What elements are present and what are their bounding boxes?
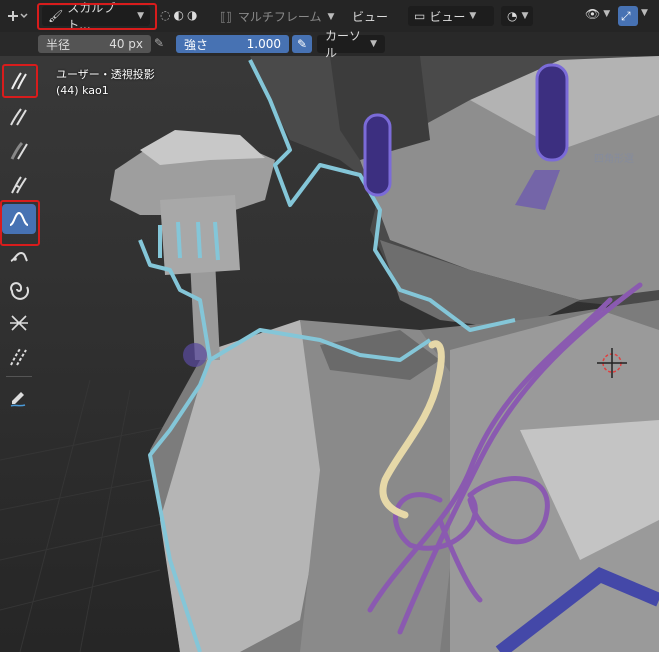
- layer-toggle-icon[interactable]: ◌: [160, 8, 170, 22]
- pinch-brush-icon: [10, 315, 28, 331]
- multiframe-toggle[interactable]: ⟦⟧ マルチフレーム ▼: [220, 8, 334, 25]
- ghost-select-hint: 四角形選: [594, 154, 634, 165]
- chevron-down-icon: ▼: [521, 11, 529, 21]
- chevron-down-icon: ▼: [469, 11, 477, 21]
- right-eye-mark: [535, 63, 569, 162]
- randomize-brush-icon: [11, 176, 27, 194]
- tool-annotate[interactable]: [2, 382, 36, 412]
- view-menu[interactable]: ビュー: [352, 8, 388, 25]
- chevron-down-icon: ▼: [327, 11, 335, 22]
- transform-gizmo-icon: ⤢: [621, 8, 631, 23]
- editor-type-icon[interactable]: [6, 7, 28, 25]
- left-toolbar: [0, 62, 40, 422]
- blue-blob: [183, 343, 207, 367]
- view-dropdown[interactable]: ▭ ビュー ▼: [408, 6, 494, 26]
- sculpt-mask-point-icon[interactable]: ◑: [187, 8, 197, 22]
- tool-twist[interactable]: [2, 274, 36, 304]
- chevron-down-icon: ▼: [641, 8, 648, 18]
- left-eye-mark: [363, 113, 392, 197]
- monitor-icon: ▭: [414, 9, 426, 23]
- cursor-label: カーソル: [325, 29, 362, 60]
- radius-field[interactable]: 半径 40 px: [38, 35, 151, 53]
- annotate-icon: [10, 392, 26, 407]
- multiframe-label: マルチフレーム: [237, 10, 322, 24]
- visibility-dropdown[interactable]: 👁 ▼: [585, 7, 610, 21]
- gizmo-options[interactable]: ▼: [641, 8, 648, 18]
- gizmo-dropdown[interactable]: ◔ ▼: [501, 6, 533, 26]
- falloff-dropdown[interactable]: カーソル ▼: [317, 29, 385, 60]
- view-name: ユーザー・透視投影: [56, 68, 155, 81]
- tool-thickness[interactable]: [2, 102, 36, 132]
- toolbar-divider: [6, 376, 32, 377]
- highlight-mode-dropdown: [37, 3, 157, 30]
- pressure-icon[interactable]: ✎: [154, 36, 164, 50]
- gizmo-toggle[interactable]: ⤢: [618, 6, 638, 26]
- push-brush-icon: [10, 251, 28, 262]
- twist-brush-icon: [10, 282, 29, 300]
- strength-pressure-icon[interactable]: ✎: [292, 35, 312, 53]
- radius-label: 半径: [46, 37, 71, 52]
- highlight-smooth-tool: [2, 64, 38, 98]
- multiframe-icon: ⟦⟧: [220, 9, 232, 24]
- eye-icon: 👁: [585, 7, 601, 21]
- strength-field[interactable]: 強さ 1.000: [176, 35, 289, 53]
- header-toggle-icons[interactable]: ◌ ◐ ◑: [160, 8, 197, 22]
- gizmo-icon: ◔: [507, 9, 518, 23]
- sculpt-mask-icon[interactable]: ◐: [173, 8, 183, 22]
- object-name: (44) kao1: [56, 84, 109, 97]
- chevron-down-icon: ▼: [603, 9, 611, 19]
- thickness-brush-icon: [10, 108, 27, 126]
- chevron-down-icon: ▼: [370, 39, 377, 49]
- tool-pinch[interactable]: [2, 308, 36, 338]
- 3d-viewport[interactable]: [0, 0, 659, 652]
- tool-clone[interactable]: [2, 342, 36, 372]
- view-dropdown-label: ビュー: [429, 9, 466, 24]
- strength-label: 強さ: [184, 37, 209, 52]
- tool-push[interactable]: [2, 240, 36, 270]
- tool-randomize[interactable]: [2, 170, 36, 200]
- radius-value: 40 px: [109, 37, 143, 51]
- clone-brush-icon: [10, 348, 27, 366]
- tool-strength[interactable]: [2, 136, 36, 166]
- strength-brush-icon: [10, 141, 28, 160]
- strength-value: 1.000: [246, 37, 281, 51]
